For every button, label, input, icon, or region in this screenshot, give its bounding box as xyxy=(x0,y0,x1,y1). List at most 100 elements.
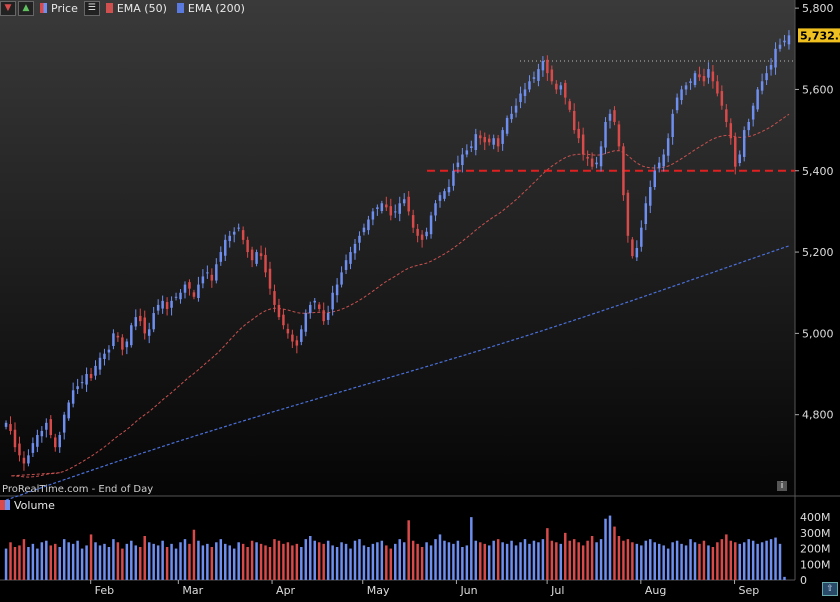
candle-body xyxy=(519,93,522,103)
volume-bar xyxy=(640,545,643,580)
candle-body xyxy=(716,81,719,94)
candle-body xyxy=(689,81,692,83)
volume-bar xyxy=(103,543,106,580)
volume-bar xyxy=(125,543,129,580)
candle-body xyxy=(67,402,70,419)
candle-body xyxy=(353,243,357,254)
candle-body xyxy=(273,291,276,305)
candle-body xyxy=(152,313,155,330)
candle-body xyxy=(36,435,39,447)
candle-body xyxy=(555,83,558,90)
candle-body xyxy=(40,430,44,437)
info-icon[interactable]: i xyxy=(777,481,787,491)
legend-ema200[interactable]: EMA (200) xyxy=(176,1,245,15)
legend-ema200-label: EMA (200) xyxy=(187,1,245,15)
candle-body xyxy=(143,317,146,334)
vol-tick-label: 300M xyxy=(800,527,831,540)
candle-body xyxy=(617,124,621,147)
volume-bar xyxy=(590,536,594,580)
candle-body xyxy=(711,71,715,82)
candle-body xyxy=(228,235,231,242)
vol-tick-label: 0 xyxy=(800,574,807,587)
candle-body xyxy=(778,44,782,49)
candle-body xyxy=(693,73,697,85)
volume-bar xyxy=(85,545,88,580)
candle-body xyxy=(666,138,670,156)
x-tick-label: Sep xyxy=(739,584,760,597)
down-arrow-icon[interactable]: ▼ xyxy=(0,0,16,16)
x-tick-label: Jul xyxy=(550,584,564,597)
volume-bar xyxy=(564,532,567,580)
candle-body xyxy=(268,268,272,289)
candle-body xyxy=(550,69,554,82)
volume-bar xyxy=(156,545,160,580)
volume-bar xyxy=(452,543,455,580)
legend-price[interactable]: Price xyxy=(40,2,78,15)
volume-bar xyxy=(608,515,612,580)
candle-body xyxy=(680,89,683,101)
candle-body xyxy=(139,315,142,322)
candle-body xyxy=(291,334,294,342)
volume-bar xyxy=(774,537,777,580)
candle-body xyxy=(31,443,35,453)
candle-body xyxy=(130,325,133,346)
candle-body xyxy=(85,374,88,385)
candle-body xyxy=(13,429,17,448)
candle-body xyxy=(581,134,585,155)
volume-bar xyxy=(71,543,75,580)
candle-body xyxy=(420,234,424,240)
volume-bar xyxy=(215,542,218,580)
candle-body xyxy=(438,195,442,201)
volume-bar xyxy=(470,517,473,580)
candle-body xyxy=(376,207,379,209)
volume-bar xyxy=(4,548,8,580)
candle-body xyxy=(380,203,384,212)
candle-body xyxy=(765,73,768,81)
candle-body xyxy=(483,137,486,143)
volume-bar xyxy=(711,547,715,580)
volume-bar xyxy=(152,543,155,580)
volume-bar xyxy=(326,540,330,580)
volume-bar xyxy=(179,542,182,580)
candle-body xyxy=(532,77,536,79)
volume-bar xyxy=(362,545,366,580)
candle-body xyxy=(201,276,205,284)
legend-price-label: Price xyxy=(51,1,78,15)
volume-bar xyxy=(317,542,321,580)
expand-icon[interactable]: ⇧ xyxy=(822,582,838,596)
candle-body xyxy=(219,252,223,262)
candle-body xyxy=(277,304,281,318)
volume-bar xyxy=(389,548,393,580)
vol-tick-label: 100M xyxy=(800,558,831,571)
volume-bar xyxy=(604,518,607,580)
volume-swatch xyxy=(0,500,10,510)
candle-body xyxy=(407,196,410,212)
volume-legend[interactable]: Volume xyxy=(0,497,55,513)
legend-ema50[interactable]: EMA (50) xyxy=(105,2,167,15)
up-arrow-icon[interactable]: ▲ xyxy=(18,0,34,16)
volume-bar xyxy=(353,540,357,580)
price-panel-bg xyxy=(0,0,795,496)
volume-bar xyxy=(671,542,674,580)
volume-bar xyxy=(219,539,223,580)
candle-body xyxy=(98,357,102,370)
volume-bar xyxy=(725,534,728,580)
candle-body xyxy=(349,252,352,264)
list-icon[interactable]: ☰ xyxy=(83,0,100,16)
volume-bar xyxy=(286,542,290,580)
candle-body xyxy=(250,249,254,261)
candle-body xyxy=(183,284,187,293)
volume-bar xyxy=(631,542,634,580)
last-price-label: 5,732.93 xyxy=(800,29,840,42)
candle-body xyxy=(698,74,701,78)
candle-body xyxy=(595,162,598,165)
volume-bar xyxy=(62,539,66,580)
volume-bar xyxy=(461,547,464,580)
candle-body xyxy=(425,231,428,237)
candle-body xyxy=(443,191,446,199)
volume-bar xyxy=(98,545,102,580)
volume-bar xyxy=(532,540,536,580)
volume-bar xyxy=(738,543,741,580)
candle-body xyxy=(747,121,750,131)
x-tick-label: Aug xyxy=(645,584,666,597)
